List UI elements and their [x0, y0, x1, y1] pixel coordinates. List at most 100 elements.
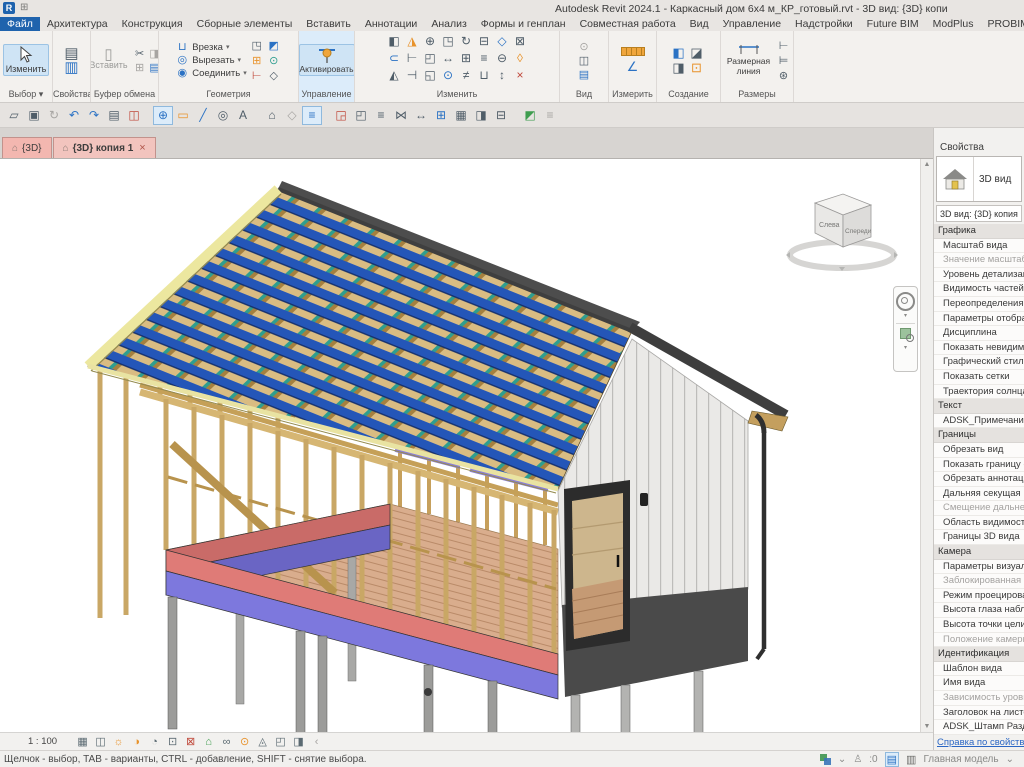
view-selector[interactable]: 3D вид: {3D} копия 1 [936, 205, 1022, 222]
scroll-down-icon[interactable]: ▼ [924, 723, 931, 730]
ribbon-tab[interactable]: Надстройки [788, 17, 860, 31]
view-control-icon[interactable]: ∞ [219, 735, 234, 749]
modify-tool-icon[interactable]: ◇ [495, 34, 509, 48]
editable-only-icon[interactable]: ▥ [906, 753, 916, 766]
angle-icon[interactable]: ∠ [626, 59, 640, 74]
qat-icon[interactable]: ╱ [193, 106, 213, 125]
type-selector[interactable]: 3D вид [936, 156, 1022, 202]
modify-tool-icon[interactable]: ⊞ [459, 51, 473, 65]
ribbon-tab[interactable]: ModPlus [926, 17, 981, 31]
view-tool-icon[interactable]: ▤ [577, 68, 591, 81]
caret-down-icon[interactable]: ▾ [904, 345, 907, 351]
view-scale[interactable]: 1 : 100 [28, 736, 57, 747]
geometry-tool[interactable]: ◎ Вырезать ▾ [175, 54, 246, 67]
qat-icon[interactable]: A [233, 106, 253, 125]
property-row[interactable]: Режим проецирован [934, 588, 1024, 604]
dimension-tool-icon[interactable]: ⊢ [777, 39, 791, 52]
view-control-icon[interactable]: ◑ [129, 735, 144, 749]
clipboard-icon[interactable]: ▤ [148, 61, 158, 74]
geometry-icon[interactable]: ◇ [267, 69, 281, 82]
property-row[interactable]: Заблокированная о [934, 574, 1024, 589]
view-control-icon[interactable]: ⊠ [183, 735, 198, 749]
panel-properties-label[interactable]: Свойства [53, 89, 90, 102]
modify-tool-icon[interactable]: ⊢ [405, 51, 419, 65]
geometry-icon[interactable]: ◳ [250, 39, 264, 52]
ribbon-tab[interactable]: Future BIM [860, 17, 926, 31]
paste-button[interactable]: ▯ Вставить [91, 47, 130, 71]
modify-button[interactable]: Изменить [2, 44, 50, 76]
qat-icon[interactable]: ◇ [282, 106, 302, 125]
property-row[interactable]: Показать границу о [934, 457, 1024, 473]
viewcube[interactable]: Слева Спереди [785, 189, 900, 284]
qat-icon[interactable]: ⊞ [431, 106, 451, 125]
qat-icon[interactable] [511, 106, 520, 125]
qat-icon[interactable] [144, 106, 153, 125]
qat-icon[interactable]: ⋈ [391, 106, 411, 125]
modify-tool-icon[interactable]: ≡ [477, 51, 491, 65]
ribbon-tab[interactable]: Конструкция [115, 17, 190, 31]
property-row[interactable]: Переопределения в [934, 296, 1024, 312]
property-row[interactable]: Смещение дальнего [934, 501, 1024, 516]
modify-tool-icon[interactable]: ◳ [441, 34, 455, 48]
property-row[interactable]: ADSK_Примечание к [934, 413, 1024, 429]
qat-icon[interactable]: ▱ [4, 106, 24, 125]
clipboard-icon[interactable]: ⊞ [133, 61, 147, 74]
modify-tool-icon[interactable]: ↻ [459, 34, 473, 48]
ribbon-tab[interactable]: Анализ [424, 17, 473, 31]
view-control-icon[interactable]: ◔ [147, 735, 162, 749]
property-row[interactable]: Показать сетки [934, 369, 1024, 385]
qat-icon[interactable]: ↶ [64, 106, 84, 125]
qat-icon[interactable]: ◎ [213, 106, 233, 125]
qat-icon[interactable]: ◫ [124, 106, 144, 125]
property-row[interactable]: Положение камеры [934, 632, 1024, 648]
ribbon-tab[interactable]: Аннотации [358, 17, 425, 31]
modify-tool-icon[interactable]: ◧ [387, 34, 401, 48]
property-row[interactable]: Высота точки цели [934, 618, 1024, 633]
modify-tool-icon[interactable]: × [513, 68, 527, 82]
ribbon-tab[interactable]: Формы и генплан [474, 17, 573, 31]
create-tool-icon[interactable]: ◪ [690, 45, 704, 60]
zoom-icon[interactable] [900, 328, 914, 342]
property-row[interactable]: Область видимости [934, 515, 1024, 531]
qat-icon[interactable]: ⌂ [262, 106, 282, 125]
modify-tool-icon[interactable]: ◮ [405, 34, 419, 48]
activate-dimensions-button[interactable]: Активировать [299, 44, 354, 76]
panel-modify-label[interactable]: Изменить [355, 89, 559, 102]
ribbon-tab[interactable]: PROBIM.КАРКАС [980, 17, 1024, 31]
chevron-icon[interactable]: ⌄ [838, 754, 846, 765]
qat-icon[interactable]: ≡ [302, 105, 322, 125]
property-row[interactable]: Идентификация [934, 647, 1024, 662]
worksharing-icon[interactable] [819, 753, 831, 765]
geometry-tool[interactable]: ◉ Соединить ▾ [175, 67, 246, 80]
create-tool-icon[interactable]: ◧ [672, 45, 686, 60]
view-tool-icon[interactable]: ⊙ [577, 40, 591, 53]
view-control-icon[interactable]: ◬ [255, 735, 270, 749]
view-tab-3d-copy[interactable]: ⌂ {3D} копия 1 × [52, 137, 156, 158]
property-row[interactable]: Уровень детализаци [934, 267, 1024, 283]
property-row[interactable]: Графический стиль [934, 355, 1024, 370]
geometry-icon[interactable]: ⊢ [250, 69, 264, 82]
close-tab-icon[interactable]: × [139, 142, 145, 154]
modify-tool-icon[interactable]: ⊟ [477, 34, 491, 48]
property-row[interactable]: Зависимость уровн [934, 691, 1024, 706]
view-control-icon[interactable]: ☼ [111, 735, 126, 749]
panel-measure-label[interactable]: Измерить [609, 89, 656, 102]
property-row[interactable]: Границы 3D вида [934, 530, 1024, 546]
active-design-option[interactable]: Главная модель [923, 754, 998, 765]
clipboard-icon[interactable]: ◨ [148, 47, 158, 60]
view-tool-icon[interactable]: ◫ [577, 54, 591, 67]
view-control-icon[interactable]: ‹ [309, 735, 324, 749]
property-row[interactable]: Заголовок на листе [934, 705, 1024, 721]
qat-icon[interactable]: ⊕ [153, 105, 173, 125]
panel-create-label[interactable]: Создание [657, 89, 720, 102]
exclusion-person-icon[interactable]: ♙ [853, 754, 862, 765]
property-row[interactable]: Обрезать вид [934, 442, 1024, 458]
view-control-icon[interactable]: ⊡ [165, 735, 180, 749]
qat-icon[interactable]: ◰ [351, 106, 371, 125]
panel-select-label[interactable]: Выбор ▾ [0, 89, 52, 102]
qat-icon[interactable]: ≡ [540, 106, 560, 125]
panel-control-label[interactable]: Управление [299, 89, 354, 102]
qat-icon[interactable]: ▦ [451, 106, 471, 125]
ribbon-tab[interactable]: Вставить [299, 17, 358, 31]
modify-tool-icon[interactable]: ↔ [441, 51, 455, 65]
